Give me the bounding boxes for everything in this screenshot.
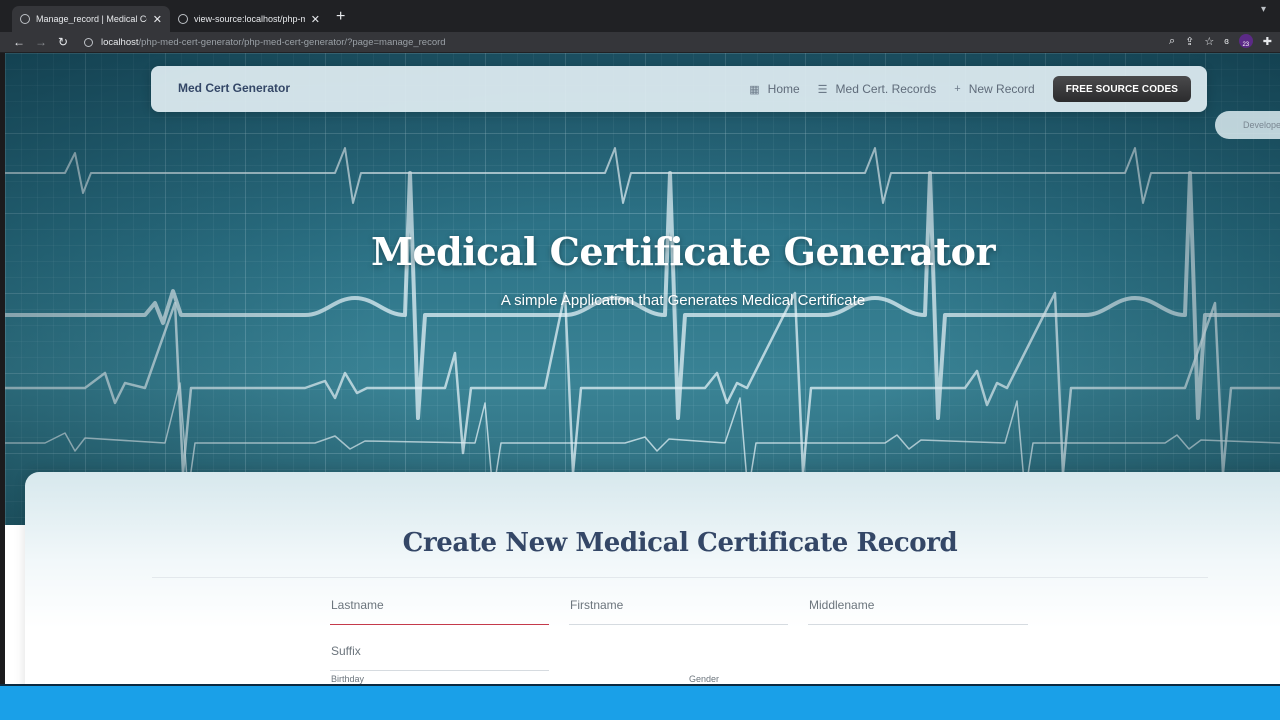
suffix-field[interactable] <box>330 635 549 671</box>
tab-title: Manage_record | Medical Certificate Gene… <box>36 14 147 24</box>
tab-title: view-source:localhost/php-med-cert-gener… <box>194 14 305 24</box>
suffix-input[interactable] <box>330 635 549 658</box>
close-icon[interactable]: ✕ <box>153 13 162 26</box>
firstname-input[interactable] <box>569 589 788 612</box>
hero-subtitle: A simple Application that Generates Medi… <box>500 292 866 309</box>
middlename-input[interactable] <box>808 589 1028 612</box>
form-card: Create New Medical Certificate Record Bi… <box>25 472 1280 685</box>
close-icon[interactable]: ✕ <box>311 13 320 26</box>
os-taskbar <box>0 684 1280 720</box>
info-icon[interactable] <box>84 37 93 47</box>
lastname-input[interactable] <box>330 589 549 612</box>
hero-vignette <box>5 53 1280 525</box>
browser-toolbar: ← → ↻ localhost /php-med-cert-generator/… <box>0 32 1280 52</box>
share-icon[interactable]: ⇪ <box>1185 35 1194 48</box>
nav-item-label: New Record <box>968 82 1035 96</box>
birthday-label: Birthday <box>331 674 365 684</box>
back-icon[interactable]: ← <box>8 35 30 49</box>
main-navbar: Med Cert Generator ▦ Home ☰ Med Cert. Re… <box>151 66 1207 112</box>
globe-icon <box>20 14 30 24</box>
browser-tab[interactable]: view-source:localhost/php-med-cert-gener… <box>170 6 328 32</box>
middlename-field[interactable] <box>808 589 1028 625</box>
divider <box>152 577 1208 578</box>
toolbar-icons: ⌕ ⇪ ☆ ɞ 23 ✚ <box>1169 34 1272 48</box>
developer-pill[interactable]: Developer <box>1215 111 1280 139</box>
nav-links: ▦ Home ☰ Med Cert. Records + New Record … <box>749 76 1191 102</box>
new-tab-icon[interactable]: + <box>336 8 345 26</box>
browser-tab-active[interactable]: Manage_record | Medical Certificate Gene… <box>12 6 170 32</box>
address-bar[interactable]: localhost /php-med-cert-generator/php-me… <box>78 33 1280 51</box>
puzzle-icon[interactable]: ✚ <box>1263 35 1272 48</box>
nav-item-new-record[interactable]: + New Record <box>954 82 1034 96</box>
firstname-field[interactable] <box>569 589 788 625</box>
zoom-icon[interactable]: ⌕ <box>1169 35 1175 48</box>
nav-item-label: Home <box>767 82 800 96</box>
brand-link[interactable]: Med Cert Generator <box>178 81 290 95</box>
browser-tab-bar: Manage_record | Medical Certificate Gene… <box>0 0 1280 32</box>
nav-item-label: Med Cert. Records <box>835 82 937 96</box>
forward-icon[interactable]: → <box>30 35 52 49</box>
nav-item-records[interactable]: ☰ Med Cert. Records <box>818 82 937 96</box>
extension-icon[interactable]: ɞ <box>1224 36 1229 46</box>
form-title: Create New Medical Certificate Record <box>402 528 958 558</box>
list-icon: ☰ <box>817 83 828 96</box>
url-path: /php-med-cert-generator/php-med-cert-gen… <box>138 36 446 48</box>
hero-title: Medical Certificate Generator <box>370 229 996 274</box>
free-source-codes-button[interactable]: FREE SOURCE CODES <box>1052 76 1191 102</box>
globe-icon <box>178 14 188 24</box>
chevron-down-icon[interactable]: ▾ <box>1261 4 1266 15</box>
lastname-field[interactable] <box>330 589 549 625</box>
page-viewport: Medical Certificate Generator A simple A… <box>5 53 1280 685</box>
star-icon[interactable]: ☆ <box>1204 35 1214 48</box>
plus-icon: + <box>954 83 961 95</box>
profile-badge[interactable]: 23 <box>1238 34 1253 48</box>
gender-label: Gender <box>689 674 720 684</box>
nav-item-home[interactable]: ▦ Home <box>749 82 799 96</box>
dashboard-icon: ▦ <box>749 83 760 96</box>
url-host: localhost <box>101 36 139 48</box>
hero-section: Medical Certificate Generator A simple A… <box>5 53 1280 525</box>
reload-icon[interactable]: ↻ <box>52 35 74 49</box>
